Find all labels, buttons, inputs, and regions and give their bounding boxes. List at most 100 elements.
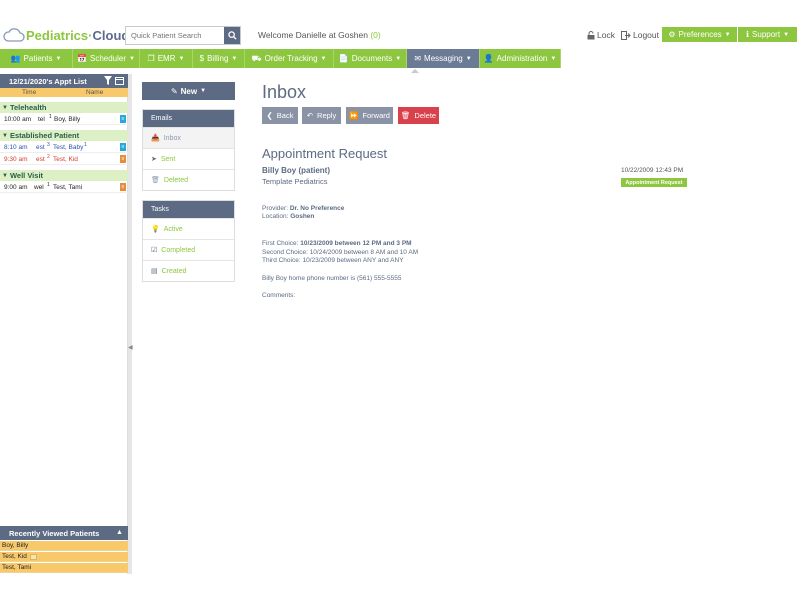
appt-time: 9:00 am — [4, 184, 28, 191]
recent-patient[interactable]: Test, Tami — [0, 563, 128, 573]
check-square-icon: ☑ — [151, 247, 158, 254]
users-icon: 👥 — [10, 54, 21, 63]
section-established-patient[interactable]: ▼ Established Patient — [0, 130, 128, 141]
support-label: Support — [752, 30, 781, 39]
support-button[interactable]: ℹ Support ▼ — [738, 27, 797, 42]
appt-time: 9:30 am — [4, 156, 28, 163]
location-value: Goshen — [290, 213, 315, 220]
recent-patient-name: Boy, Billy — [2, 542, 29, 549]
filter-icon[interactable] — [104, 76, 112, 87]
chevron-down-icon: ▼ — [129, 55, 135, 62]
appt-row[interactable]: 10:00 am tel 1 Boy, Billy ≡ — [0, 114, 128, 125]
appt-list-columns: Time Name — [0, 88, 128, 97]
emails-header: Emails — [143, 110, 234, 127]
back-label: Back — [276, 111, 294, 120]
logout-link[interactable]: Logout — [621, 30, 659, 40]
nav-label: Documents — [351, 54, 393, 63]
chevron-down-icon: ▼ — [231, 55, 238, 62]
nav-label: Patients — [23, 54, 53, 63]
appt-row[interactable]: 9:30 am est 2 Test, Kid ≡ — [0, 154, 128, 165]
appt-row[interactable]: 8:10 am est 3 Test, Baby 1 ≡ — [0, 142, 128, 153]
forward-icon: ⏩ — [349, 111, 359, 120]
message-from-org: Template Pediatrics — [262, 177, 328, 186]
nav-patients[interactable]: 👥 Patients ▼ — [0, 49, 73, 68]
message-date: 10/22/2009 12:43 PM — [621, 167, 684, 174]
first-choice-label: First Choice: — [262, 240, 301, 247]
nav-label: Scheduler — [89, 54, 127, 63]
nav-messaging[interactable]: ✉ Messaging ▼ — [407, 49, 480, 68]
chevron-down-icon: ▼ — [200, 88, 207, 94]
pencil-icon: ✎ — [170, 86, 178, 96]
chevron-down-icon: ▼ — [55, 55, 62, 62]
section-telehealth[interactable]: ▼ Telehealth — [0, 102, 128, 113]
chevron-up-icon: ▲ — [116, 529, 123, 536]
trash-icon: 🗑 — [400, 111, 411, 120]
nav-scheduler[interactable]: 📅 Scheduler ▼ — [73, 49, 140, 68]
nav-label: Billing — [207, 54, 229, 63]
appt-patient: Boy, Billy — [54, 116, 81, 123]
logout-icon — [621, 30, 631, 40]
location-label: Location: — [262, 213, 291, 220]
caret-down-icon: ▼ — [2, 132, 8, 139]
reply-icon: ↶ — [306, 111, 314, 120]
section-well-visit[interactable]: ▼ Well Visit — [0, 170, 128, 181]
nav-administration[interactable]: 👤 Administration ▼ — [480, 49, 561, 68]
chevron-down-icon: ▼ — [395, 55, 402, 62]
appt-type: wel — [34, 184, 44, 191]
task-active[interactable]: 💡 Active — [143, 218, 234, 239]
appt-row[interactable]: 9:00 am wel 1 Test, Tami ≡ — [0, 182, 128, 193]
send-icon: ➤ — [151, 156, 157, 163]
nav-documents[interactable]: 📄 Documents ▼ — [334, 49, 407, 68]
nav-order-tracking[interactable]: ⛟ Order Tracking ▼ — [245, 49, 334, 68]
task-created[interactable]: ▤ Created — [143, 260, 234, 281]
chevron-down-icon: ▼ — [550, 55, 557, 62]
welcome-text: Welcome Danielle at Goshen — [258, 30, 368, 40]
phone-line: Billy Boy home phone number is (561) 555… — [262, 275, 402, 282]
appt-type: tel — [38, 116, 45, 123]
search-button[interactable] — [224, 27, 240, 44]
note-icon[interactable]: ≡ — [120, 143, 126, 151]
second-choice-line: Second Choice: 10/24/2009 between 8 AM a… — [262, 249, 419, 256]
panel-collapse-handle[interactable]: ◀ — [128, 74, 133, 574]
note-icon[interactable]: ≡ — [120, 115, 126, 123]
main-nav: 👥 Patients ▼ 📅 Scheduler ▼ ❐ EMR ▼ $ Bil… — [0, 48, 800, 69]
lock-link[interactable]: Lock — [587, 30, 615, 40]
calendar-icon[interactable] — [115, 76, 124, 87]
folder-deleted[interactable]: 🗑 Deleted — [143, 169, 234, 190]
forward-button[interactable]: ⏩ Forward — [346, 107, 393, 124]
recently-viewed-header[interactable]: Recently Viewed Patients ▲ — [0, 526, 128, 540]
nav-emr[interactable]: ❐ EMR ▼ — [140, 49, 193, 68]
search-input[interactable] — [126, 27, 224, 44]
recent-patient[interactable]: Test, Kid — [0, 552, 128, 562]
appt-count: 2 — [47, 154, 50, 160]
reply-button[interactable]: ↶ Reply — [302, 107, 341, 124]
folder-inbox[interactable]: 📥 Inbox — [143, 127, 234, 148]
search-icon — [227, 31, 237, 40]
note-icon[interactable]: ≡ — [120, 155, 126, 163]
note-icon[interactable]: ≡ — [120, 183, 126, 191]
provider-line: Provider: Dr. No Preference — [262, 205, 344, 212]
appt-patient: Test, Baby — [53, 144, 84, 151]
chevron-down-icon: ▼ — [320, 55, 327, 62]
task-completed[interactable]: ☑ Completed — [143, 239, 234, 260]
recent-patient[interactable]: Boy, Billy — [0, 541, 128, 551]
tasks-box: Tasks 💡 Active ☑ Completed ▤ Created — [142, 200, 235, 282]
nav-billing[interactable]: $ Billing ▼ — [193, 49, 245, 68]
appt-count: 1 — [49, 114, 52, 120]
trash-icon: 🗑 — [151, 177, 160, 184]
active-nav-indicator — [411, 69, 419, 73]
message-tag: Appointment Request — [621, 178, 687, 187]
chevron-down-icon: ▼ — [724, 31, 731, 38]
preferences-button[interactable]: ⚙ Preferences ▼ — [662, 27, 737, 42]
app-logo[interactable]: Pediatrics · Cloud — [3, 24, 129, 46]
folder-sent[interactable]: ➤ Sent — [143, 148, 234, 169]
back-button[interactable]: ❮ Back — [262, 107, 298, 124]
forward-label: Forward — [362, 111, 390, 120]
emails-box: Emails 📥 Inbox ➤ Sent 🗑 Deleted — [142, 109, 235, 191]
appt-time: 8:10 am — [4, 144, 28, 151]
section-label: Established Patient — [9, 131, 80, 140]
new-button[interactable]: ✎ New ▼ — [142, 82, 235, 100]
folder-label: Sent — [160, 155, 176, 163]
welcome-count[interactable]: (0) — [370, 30, 380, 40]
delete-button[interactable]: 🗑 Delete — [398, 107, 439, 124]
